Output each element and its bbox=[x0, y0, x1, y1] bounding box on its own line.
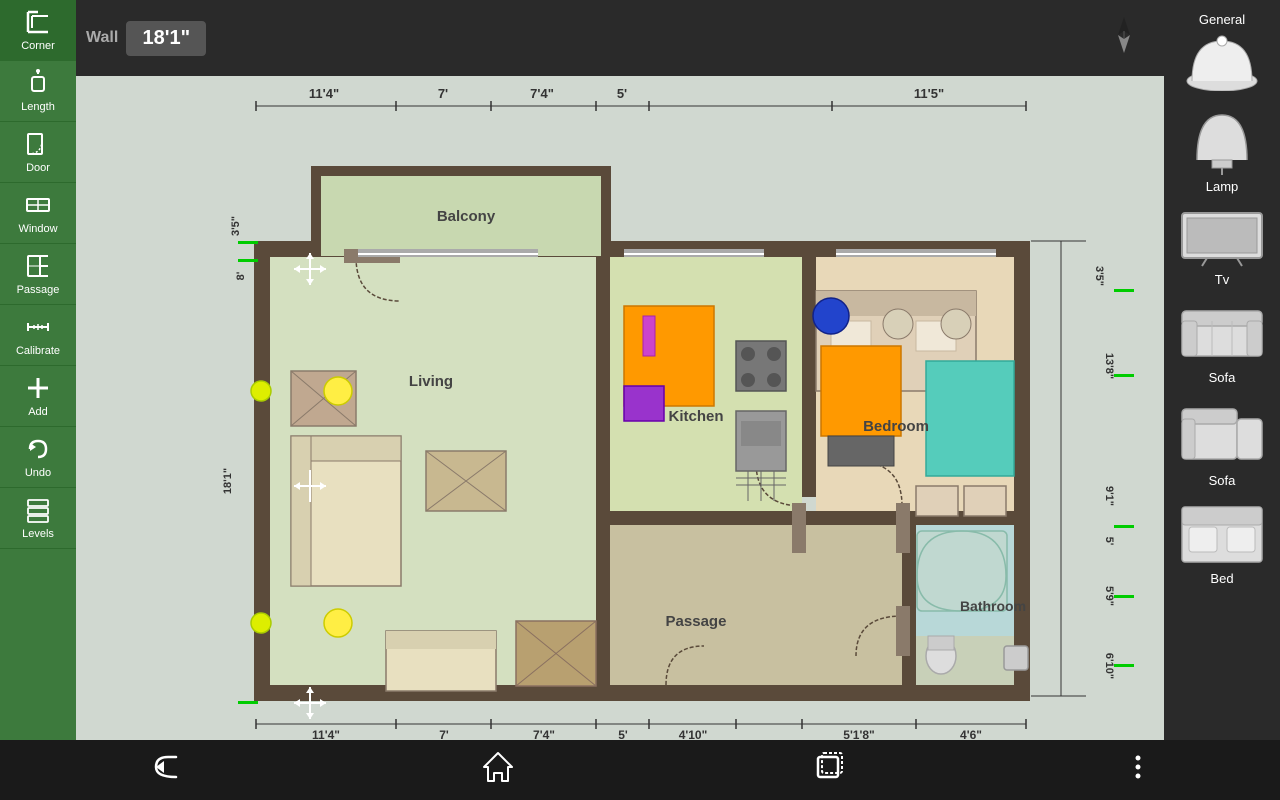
bed-icon bbox=[1177, 502, 1267, 567]
general-label: General bbox=[1199, 12, 1245, 27]
tool-levels[interactable]: Levels bbox=[0, 488, 76, 549]
right-item-sofa1[interactable]: Sofa bbox=[1168, 297, 1276, 389]
tool-undo[interactable]: Undo bbox=[0, 427, 76, 488]
svg-text:13'8": 13'8" bbox=[1103, 353, 1115, 379]
tool-calibrate[interactable]: Calibrate bbox=[0, 305, 76, 366]
svg-text:18'1": 18'1" bbox=[222, 468, 234, 494]
svg-text:7'4": 7'4" bbox=[533, 728, 555, 740]
sofa2-icon bbox=[1177, 399, 1267, 469]
tool-passage[interactable]: Passage bbox=[0, 244, 76, 305]
back-icon bbox=[148, 749, 184, 785]
home-icon bbox=[480, 749, 516, 785]
tool-length[interactable]: Length bbox=[0, 61, 76, 122]
corner-label: Corner bbox=[21, 40, 55, 52]
top-bar: Wall 18'1" bbox=[76, 0, 1164, 76]
right-item-bed[interactable]: Bed bbox=[1168, 498, 1276, 590]
left-toolbar: Corner Length Door Window Pas bbox=[0, 0, 76, 740]
svg-text:7'4": 7'4" bbox=[530, 86, 554, 101]
recent-button[interactable] bbox=[772, 741, 888, 800]
back-button[interactable] bbox=[108, 741, 224, 800]
canvas-area[interactable]: 11'4" 7' 7'4" 5' 11'5" bbox=[76, 76, 1164, 740]
add-icon bbox=[24, 374, 52, 402]
tool-corner[interactable]: Corner bbox=[0, 0, 76, 61]
lamp-label: Lamp bbox=[1206, 179, 1239, 194]
svg-text:3'5": 3'5" bbox=[1093, 266, 1105, 286]
svg-text:5'9": 5'9" bbox=[1103, 586, 1115, 606]
levels-label: Levels bbox=[22, 528, 54, 540]
more-icon bbox=[1124, 753, 1152, 781]
svg-text:4'10": 4'10" bbox=[679, 728, 708, 740]
door-icon bbox=[24, 130, 52, 158]
tool-door[interactable]: Door bbox=[0, 122, 76, 183]
svg-text:11'4": 11'4" bbox=[312, 728, 340, 740]
compass bbox=[1104, 15, 1144, 65]
tool-window[interactable]: Window bbox=[0, 183, 76, 244]
svg-text:7': 7' bbox=[438, 86, 448, 101]
svg-text:4'6": 4'6" bbox=[960, 728, 982, 740]
calibrate-label: Calibrate bbox=[16, 345, 60, 357]
tv-label: Tv bbox=[1215, 272, 1229, 287]
right-panel: General Lamp Tv bbox=[1164, 0, 1280, 740]
svg-text:5': 5' bbox=[1103, 537, 1115, 546]
right-item-lamp[interactable]: Lamp bbox=[1168, 101, 1276, 198]
general-icon bbox=[1182, 31, 1262, 91]
bed-label: Bed bbox=[1210, 571, 1233, 586]
wall-label: Wall bbox=[86, 29, 118, 47]
tv-icon bbox=[1177, 208, 1267, 268]
svg-text:5'1'8": 5'1'8" bbox=[843, 728, 874, 740]
lamp-icon bbox=[1182, 105, 1262, 175]
length-label: Length bbox=[21, 101, 55, 113]
right-item-tv[interactable]: Tv bbox=[1168, 204, 1276, 291]
svg-text:Living: Living bbox=[409, 373, 453, 390]
svg-text:5': 5' bbox=[617, 86, 627, 101]
compass-icon bbox=[1104, 15, 1144, 65]
tool-add[interactable]: Add bbox=[0, 366, 76, 427]
svg-text:7': 7' bbox=[439, 728, 449, 740]
svg-text:Passage: Passage bbox=[666, 613, 727, 630]
calibrate-icon bbox=[24, 313, 52, 341]
svg-text:5': 5' bbox=[618, 728, 628, 740]
home-button[interactable] bbox=[440, 741, 556, 800]
svg-text:3'5": 3'5" bbox=[230, 216, 242, 236]
svg-text:11'4": 11'4" bbox=[309, 86, 339, 101]
passage-icon bbox=[24, 252, 52, 280]
right-item-general[interactable]: General bbox=[1168, 8, 1276, 95]
svg-text:Kitchen: Kitchen bbox=[668, 408, 723, 425]
corner-icon bbox=[24, 8, 52, 36]
window-label: Window bbox=[18, 223, 57, 235]
svg-text:Bedroom: Bedroom bbox=[863, 418, 929, 435]
more-button[interactable] bbox=[1104, 745, 1172, 795]
svg-text:8': 8' bbox=[235, 271, 247, 280]
add-label: Add bbox=[28, 406, 48, 418]
floor-plan-svg: 11'4" 7' 7'4" 5' 11'5" bbox=[76, 76, 1164, 740]
undo-icon bbox=[24, 435, 52, 463]
wall-value: 18'1" bbox=[126, 21, 206, 56]
svg-text:9'1": 9'1" bbox=[1103, 486, 1115, 506]
sofa1-icon bbox=[1177, 301, 1267, 366]
length-icon bbox=[24, 69, 52, 97]
door-label: Door bbox=[26, 162, 50, 174]
passage-label: Passage bbox=[17, 284, 60, 296]
svg-text:Balcony: Balcony bbox=[437, 208, 496, 225]
svg-text:11'5": 11'5" bbox=[914, 86, 944, 101]
sofa1-label: Sofa bbox=[1209, 370, 1236, 385]
svg-text:Bathroom: Bathroom bbox=[960, 598, 1026, 614]
svg-text:6'10": 6'10" bbox=[1103, 653, 1115, 679]
sofa2-label: Sofa bbox=[1209, 473, 1236, 488]
right-item-sofa2[interactable]: Sofa bbox=[1168, 395, 1276, 492]
window-icon bbox=[24, 191, 52, 219]
levels-icon bbox=[24, 496, 52, 524]
bottom-nav bbox=[0, 740, 1280, 800]
recent-icon bbox=[812, 749, 848, 785]
undo-label: Undo bbox=[25, 467, 51, 479]
